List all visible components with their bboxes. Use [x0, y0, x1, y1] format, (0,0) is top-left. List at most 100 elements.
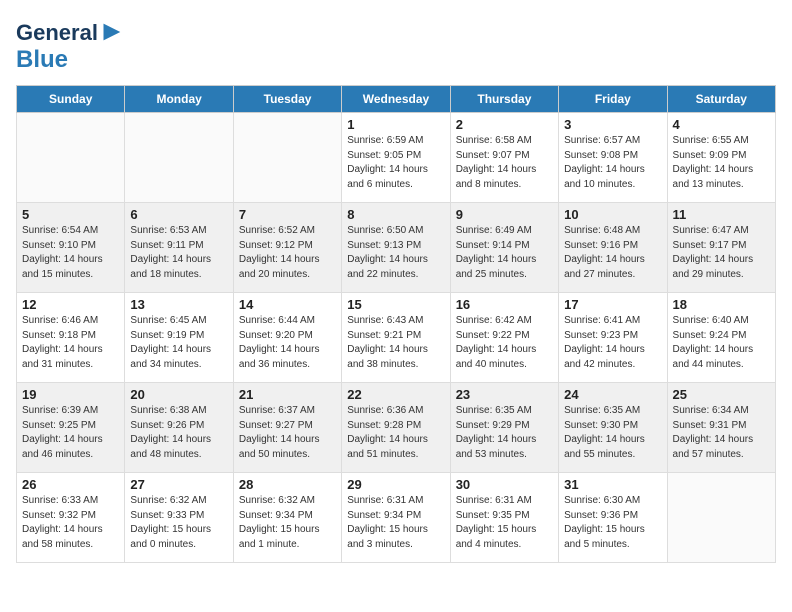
day-info: Sunrise: 6:36 AMSunset: 9:28 PMDaylight:… [347, 404, 444, 462]
day-info: Sunrise: 6:46 AMSunset: 9:18 PMDaylight:… [22, 314, 119, 372]
day-number: 24 [564, 387, 661, 402]
day-info: Sunrise: 6:37 AMSunset: 9:27 PMDaylight:… [239, 404, 336, 462]
day-number: 25 [673, 387, 770, 402]
day-number: 26 [22, 477, 119, 492]
day-number: 29 [347, 477, 444, 492]
day-info: Sunrise: 6:32 AMSunset: 9:33 PMDaylight:… [130, 494, 227, 552]
day-number: 5 [22, 207, 119, 222]
day-info: Sunrise: 6:35 AMSunset: 9:30 PMDaylight:… [564, 404, 661, 462]
calendar-cell: 28 Sunrise: 6:32 AMSunset: 9:34 PMDayligh… [233, 473, 341, 563]
day-number: 12 [22, 297, 119, 312]
logo: General► Blue [16, 16, 126, 73]
day-number: 17 [564, 297, 661, 312]
day-info: Sunrise: 6:59 AMSunset: 9:05 PMDaylight:… [347, 134, 444, 192]
day-number: 11 [673, 207, 770, 222]
calendar-week-row: 12 Sunrise: 6:46 AMSunset: 9:18 PMDayligh… [17, 293, 776, 383]
day-info: Sunrise: 6:34 AMSunset: 9:31 PMDaylight:… [673, 404, 770, 462]
day-number: 7 [239, 207, 336, 222]
calendar-cell: 11 Sunrise: 6:47 AMSunset: 9:17 PMDayligh… [667, 203, 775, 293]
calendar-cell: 31 Sunrise: 6:30 AMSunset: 9:36 PMDayligh… [559, 473, 667, 563]
page-header: General► Blue [16, 16, 776, 73]
day-number: 28 [239, 477, 336, 492]
day-of-week-header: Thursday [450, 86, 558, 113]
calendar-cell: 2 Sunrise: 6:58 AMSunset: 9:07 PMDaylight… [450, 113, 558, 203]
logo-text: General► [16, 16, 126, 47]
day-of-week-header: Wednesday [342, 86, 450, 113]
day-number: 21 [239, 387, 336, 402]
day-info: Sunrise: 6:49 AMSunset: 9:14 PMDaylight:… [456, 224, 553, 282]
day-number: 10 [564, 207, 661, 222]
day-number: 27 [130, 477, 227, 492]
day-number: 13 [130, 297, 227, 312]
calendar-cell: 6 Sunrise: 6:53 AMSunset: 9:11 PMDaylight… [125, 203, 233, 293]
day-of-week-header: Friday [559, 86, 667, 113]
day-number: 14 [239, 297, 336, 312]
calendar-cell: 4 Sunrise: 6:55 AMSunset: 9:09 PMDaylight… [667, 113, 775, 203]
calendar-week-row: 1 Sunrise: 6:59 AMSunset: 9:05 PMDaylight… [17, 113, 776, 203]
day-info: Sunrise: 6:58 AMSunset: 9:07 PMDaylight:… [456, 134, 553, 192]
day-info: Sunrise: 6:54 AMSunset: 9:10 PMDaylight:… [22, 224, 119, 282]
day-number: 23 [456, 387, 553, 402]
day-number: 8 [347, 207, 444, 222]
day-info: Sunrise: 6:50 AMSunset: 9:13 PMDaylight:… [347, 224, 444, 282]
calendar-cell: 8 Sunrise: 6:50 AMSunset: 9:13 PMDaylight… [342, 203, 450, 293]
day-info: Sunrise: 6:32 AMSunset: 9:34 PMDaylight:… [239, 494, 336, 552]
calendar-week-row: 19 Sunrise: 6:39 AMSunset: 9:25 PMDayligh… [17, 383, 776, 473]
calendar-cell: 30 Sunrise: 6:31 AMSunset: 9:35 PMDayligh… [450, 473, 558, 563]
day-info: Sunrise: 6:47 AMSunset: 9:17 PMDaylight:… [673, 224, 770, 282]
calendar-cell [233, 113, 341, 203]
calendar-cell: 13 Sunrise: 6:45 AMSunset: 9:19 PMDayligh… [125, 293, 233, 383]
calendar-cell: 25 Sunrise: 6:34 AMSunset: 9:31 PMDayligh… [667, 383, 775, 473]
day-info: Sunrise: 6:35 AMSunset: 9:29 PMDaylight:… [456, 404, 553, 462]
day-number: 3 [564, 117, 661, 132]
day-number: 30 [456, 477, 553, 492]
day-number: 4 [673, 117, 770, 132]
day-number: 16 [456, 297, 553, 312]
calendar-cell: 24 Sunrise: 6:35 AMSunset: 9:30 PMDayligh… [559, 383, 667, 473]
day-info: Sunrise: 6:31 AMSunset: 9:35 PMDaylight:… [456, 494, 553, 552]
day-number: 6 [130, 207, 227, 222]
day-info: Sunrise: 6:42 AMSunset: 9:22 PMDaylight:… [456, 314, 553, 372]
calendar-week-row: 5 Sunrise: 6:54 AMSunset: 9:10 PMDaylight… [17, 203, 776, 293]
day-number: 19 [22, 387, 119, 402]
day-number: 9 [456, 207, 553, 222]
day-info: Sunrise: 6:33 AMSunset: 9:32 PMDaylight:… [22, 494, 119, 552]
day-info: Sunrise: 6:41 AMSunset: 9:23 PMDaylight:… [564, 314, 661, 372]
day-number: 15 [347, 297, 444, 312]
day-info: Sunrise: 6:48 AMSunset: 9:16 PMDaylight:… [564, 224, 661, 282]
calendar-cell: 5 Sunrise: 6:54 AMSunset: 9:10 PMDaylight… [17, 203, 125, 293]
day-info: Sunrise: 6:39 AMSunset: 9:25 PMDaylight:… [22, 404, 119, 462]
day-info: Sunrise: 6:55 AMSunset: 9:09 PMDaylight:… [673, 134, 770, 192]
calendar-cell: 19 Sunrise: 6:39 AMSunset: 9:25 PMDayligh… [17, 383, 125, 473]
calendar-cell [667, 473, 775, 563]
day-info: Sunrise: 6:44 AMSunset: 9:20 PMDaylight:… [239, 314, 336, 372]
calendar-cell: 20 Sunrise: 6:38 AMSunset: 9:26 PMDayligh… [125, 383, 233, 473]
day-info: Sunrise: 6:57 AMSunset: 9:08 PMDaylight:… [564, 134, 661, 192]
calendar-cell: 26 Sunrise: 6:33 AMSunset: 9:32 PMDayligh… [17, 473, 125, 563]
calendar-cell: 15Sunrise: 6:43 AMSunset: 9:21 PMDayligh… [342, 293, 450, 383]
day-info: Sunrise: 6:31 AMSunset: 9:34 PMDaylight:… [347, 494, 444, 552]
day-of-week-header: Saturday [667, 86, 775, 113]
calendar-cell: 9 Sunrise: 6:49 AMSunset: 9:14 PMDaylight… [450, 203, 558, 293]
day-number: 1 [347, 117, 444, 132]
day-number: 22 [347, 387, 444, 402]
calendar-week-row: 26 Sunrise: 6:33 AMSunset: 9:32 PMDayligh… [17, 473, 776, 563]
calendar-cell [17, 113, 125, 203]
calendar-cell: 21 Sunrise: 6:37 AMSunset: 9:27 PMDayligh… [233, 383, 341, 473]
day-number: 20 [130, 387, 227, 402]
day-info: Sunrise: 6:45 AMSunset: 9:19 PMDaylight:… [130, 314, 227, 372]
day-info: Sunrise: 6:53 AMSunset: 9:11 PMDaylight:… [130, 224, 227, 282]
day-info: Sunrise: 6:40 AMSunset: 9:24 PMDaylight:… [673, 314, 770, 372]
calendar-cell: 14 Sunrise: 6:44 AMSunset: 9:20 PMDayligh… [233, 293, 341, 383]
calendar-table: SundayMondayTuesdayWednesdayThursdayFrid… [16, 85, 776, 563]
calendar-cell: 22 Sunrise: 6:36 AMSunset: 9:28 PMDayligh… [342, 383, 450, 473]
calendar-cell: 16 Sunrise: 6:42 AMSunset: 9:22 PMDayligh… [450, 293, 558, 383]
day-number: 31 [564, 477, 661, 492]
day-number: 2 [456, 117, 553, 132]
calendar-cell: 3 Sunrise: 6:57 AMSunset: 9:08 PMDaylight… [559, 113, 667, 203]
calendar-cell: 29 Sunrise: 6:31 AMSunset: 9:34 PMDayligh… [342, 473, 450, 563]
calendar-cell: 7Sunrise: 6:52 AMSunset: 9:12 PMDaylight… [233, 203, 341, 293]
day-info: Sunrise: 6:38 AMSunset: 9:26 PMDaylight:… [130, 404, 227, 462]
day-info: Sunrise: 6:30 AMSunset: 9:36 PMDaylight:… [564, 494, 661, 552]
calendar-cell: 1 Sunrise: 6:59 AMSunset: 9:05 PMDaylight… [342, 113, 450, 203]
